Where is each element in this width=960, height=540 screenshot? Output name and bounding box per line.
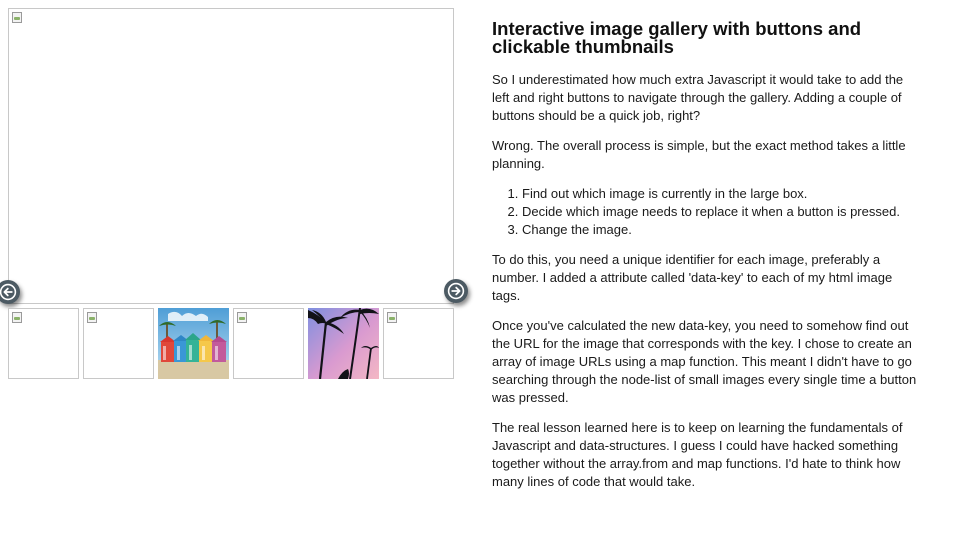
list-item: Find out which image is currently in the… [522,185,922,203]
steps-list: Find out which image is currently in the… [492,185,922,239]
thumbnail-1[interactable] [8,308,79,379]
broken-image-icon [12,12,22,23]
thumbnail-strip [8,308,454,379]
main-image [8,8,454,304]
thumbnail-3-beach-huts[interactable] [158,308,229,379]
broken-image-icon [237,312,247,323]
beach-huts-image [158,308,229,379]
thumbnail-5-palm-trees[interactable] [308,308,379,379]
broken-image-icon [12,312,22,323]
thumbnail-2[interactable] [83,308,154,379]
paragraph-intro: So I underestimated how much extra Javas… [492,72,904,123]
palm-trees-image [308,308,379,379]
paragraph-lesson: The real lesson learned here is to keep … [492,420,903,489]
list-item: Change the image. [522,221,922,239]
broken-image-icon [87,312,97,323]
thumbnail-6[interactable] [383,308,454,379]
list-item: Decide which image needs to replace it w… [522,203,922,221]
article: Interactive image gallery with buttons a… [492,18,922,503]
arrow-left-icon [0,283,17,301]
next-image-button[interactable] [444,279,468,303]
arrow-right-icon [447,282,465,300]
paragraph-identifier: To do this, you need a unique identifier… [492,252,893,303]
paragraph-data-key: Once you've calculated the new data-key,… [492,318,917,405]
paragraph-wrong: Wrong. The overall process is simple, bu… [492,138,906,171]
thumbnail-4[interactable] [233,308,304,379]
broken-image-icon [387,312,397,323]
article-title: Interactive image gallery with buttons a… [492,18,862,57]
